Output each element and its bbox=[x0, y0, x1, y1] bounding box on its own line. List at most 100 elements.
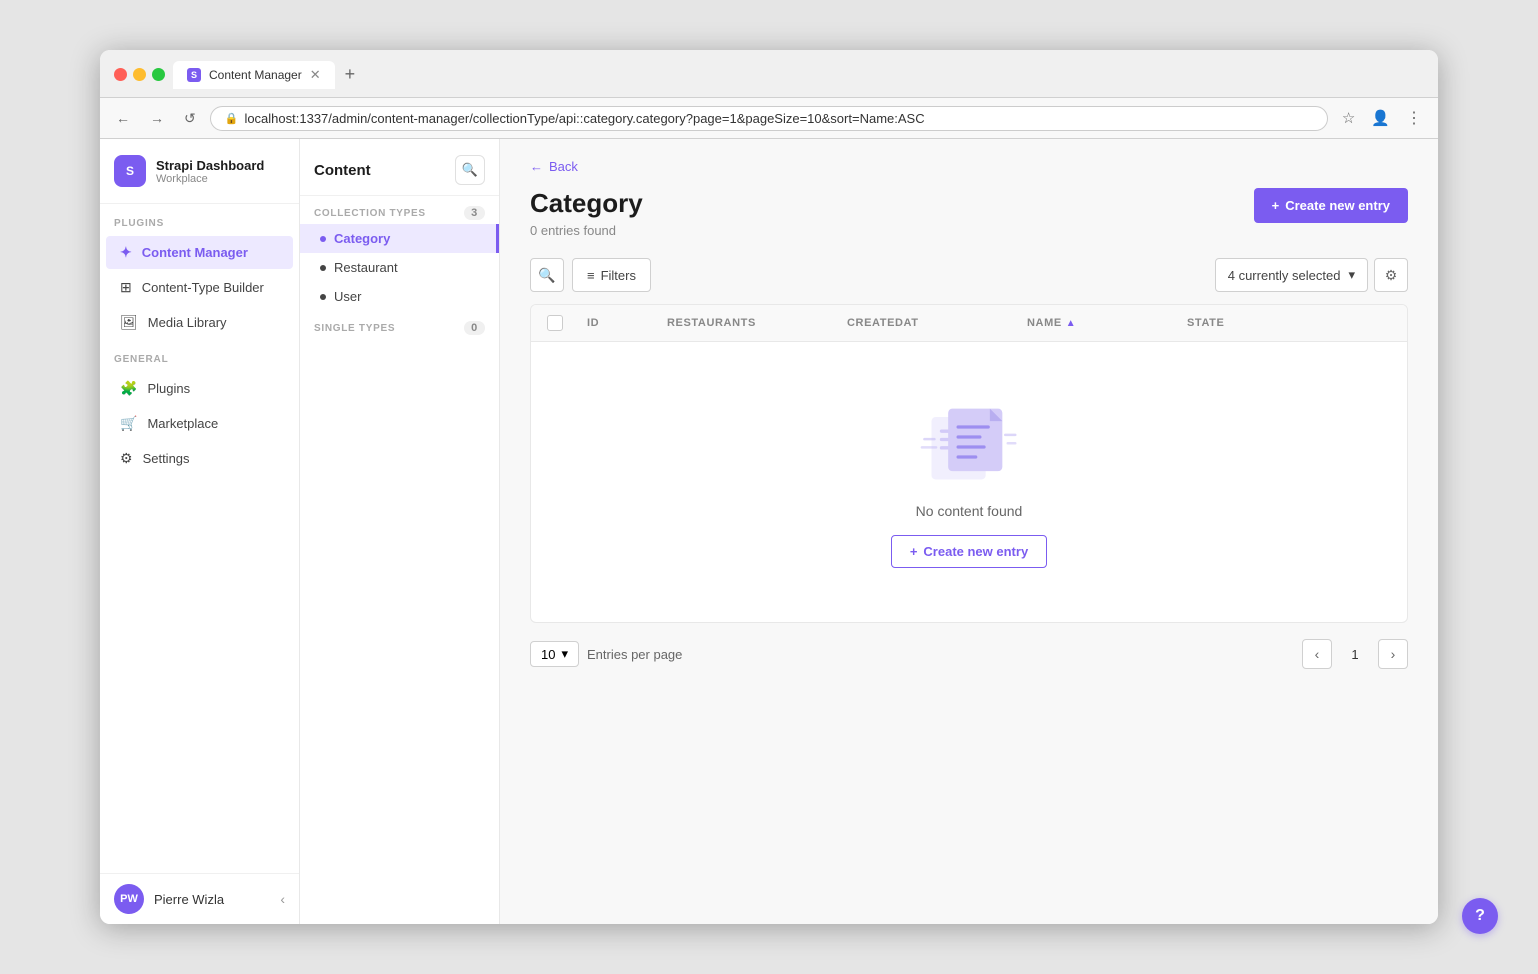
collection-item-label: Category bbox=[334, 231, 390, 246]
next-page-button[interactable]: › bbox=[1378, 639, 1408, 669]
minimize-window-button[interactable] bbox=[133, 68, 146, 81]
th-name-label: Name bbox=[1027, 317, 1062, 329]
reload-button[interactable]: ↺ bbox=[178, 106, 202, 131]
collection-item-label: Restaurant bbox=[334, 260, 398, 275]
content-search-button[interactable]: 🔍 bbox=[455, 155, 485, 185]
bookmark-button[interactable]: ☆ bbox=[1336, 104, 1361, 132]
empty-create-label: Create new entry bbox=[923, 544, 1028, 559]
media-library-icon: 🖼 bbox=[120, 314, 138, 331]
collection-count: 3 bbox=[464, 206, 485, 220]
empty-illustration bbox=[919, 397, 1019, 487]
back-nav-button[interactable]: ← bbox=[110, 106, 136, 130]
sidebar-collapse-button[interactable]: ‹ bbox=[280, 891, 285, 907]
brand-initials: S bbox=[126, 164, 134, 178]
sidebar-item-content-manager[interactable]: ✦ Content Manager bbox=[106, 236, 293, 269]
toolbar-actions: ☆ 👤 ⋮ bbox=[1336, 104, 1428, 132]
new-tab-button[interactable]: + bbox=[337, 60, 364, 89]
th-checkbox bbox=[547, 315, 587, 331]
tab-title: Content Manager bbox=[209, 68, 302, 82]
th-name[interactable]: Name ▲ bbox=[1027, 315, 1187, 331]
prev-page-button[interactable]: ‹ bbox=[1302, 639, 1332, 669]
entries-count: 0 entries found bbox=[530, 223, 643, 238]
sidebar-item-label: Media Library bbox=[148, 315, 227, 330]
traffic-lights bbox=[114, 68, 165, 81]
forward-nav-button[interactable]: → bbox=[144, 106, 170, 130]
page-number: 1 bbox=[1340, 639, 1370, 669]
sidebar-item-label: Settings bbox=[143, 451, 190, 466]
per-page-dropdown[interactable]: 10 ▾ bbox=[530, 641, 579, 667]
single-count: 0 bbox=[464, 321, 485, 335]
plus-icon: + bbox=[1272, 198, 1280, 213]
table-header: ID Restaurants CreatedAt Name ▲ State bbox=[531, 305, 1407, 342]
main-content: ← Back Category 0 entries found + Create… bbox=[500, 139, 1438, 924]
per-page-label: Entries per page bbox=[587, 647, 682, 662]
plugins-icon: 🧩 bbox=[120, 380, 137, 397]
th-state: State bbox=[1187, 315, 1287, 331]
th-restaurants-label: Restaurants bbox=[667, 317, 756, 329]
brand-text: Strapi Dashboard Workplace bbox=[156, 158, 264, 185]
th-createdat-label: CreatedAt bbox=[847, 317, 919, 329]
sidebar-item-content-type-builder[interactable]: ⊞ Content-Type Builder bbox=[106, 271, 293, 304]
sort-asc-icon: ▲ bbox=[1066, 318, 1077, 329]
help-button[interactable]: ? bbox=[1462, 898, 1498, 934]
address-bar[interactable]: 🔒 localhost:1337/admin/content-manager/c… bbox=[210, 106, 1328, 131]
th-state-label: State bbox=[1187, 317, 1224, 329]
maximize-window-button[interactable] bbox=[152, 68, 165, 81]
table-container: ID Restaurants CreatedAt Name ▲ State bbox=[530, 304, 1408, 623]
content-type-builder-icon: ⊞ bbox=[120, 279, 132, 296]
page-title: Category bbox=[530, 188, 643, 219]
more-options-button[interactable]: ⋮ bbox=[1400, 104, 1428, 132]
sidebar-item-marketplace[interactable]: 🛒 Marketplace bbox=[106, 407, 293, 440]
filters-button[interactable]: ≡ Filters bbox=[572, 258, 651, 292]
filters-bar: 🔍 ≡ Filters 4 currently selected ▾ ⚙ bbox=[530, 258, 1408, 292]
collection-bullet bbox=[320, 265, 326, 271]
per-page-value: 10 bbox=[541, 647, 555, 662]
sidebar: S Strapi Dashboard Workplace Plugins ✦ C… bbox=[100, 139, 300, 924]
collection-bullet bbox=[320, 236, 326, 242]
select-all-checkbox[interactable] bbox=[547, 315, 563, 331]
tab-favicon: S bbox=[187, 68, 201, 82]
sidebar-item-settings[interactable]: ⚙ Settings bbox=[106, 442, 293, 475]
user-name: Pierre Wizla bbox=[154, 892, 270, 907]
content-panel: Content 🔍 Collection Types 3 Category Re… bbox=[300, 139, 500, 924]
tab-close-button[interactable]: ✕ bbox=[310, 67, 321, 83]
page-header: Category 0 entries found + Create new en… bbox=[530, 188, 1408, 238]
collection-bullet bbox=[320, 294, 326, 300]
collection-item-user[interactable]: User bbox=[300, 282, 499, 311]
browser-toolbar: ← → ↺ 🔒 localhost:1337/admin/content-man… bbox=[100, 98, 1438, 139]
back-label: Back bbox=[549, 159, 578, 174]
th-id-label: ID bbox=[587, 317, 599, 329]
empty-state-text: No content found bbox=[916, 503, 1023, 519]
browser-tab-content-manager[interactable]: S Content Manager ✕ bbox=[173, 61, 335, 89]
th-id: ID bbox=[587, 315, 667, 331]
collection-item-label: User bbox=[334, 289, 361, 304]
app-layout: S Strapi Dashboard Workplace Plugins ✦ C… bbox=[100, 139, 1438, 924]
columns-settings-button[interactable]: ⚙ bbox=[1374, 258, 1408, 292]
table-body: No content found + Create new entry bbox=[531, 342, 1407, 622]
page-title-wrap: Category 0 entries found bbox=[530, 188, 643, 238]
empty-plus-icon: + bbox=[910, 544, 918, 559]
sidebar-item-label: Marketplace bbox=[147, 416, 218, 431]
collection-item-category[interactable]: Category bbox=[300, 224, 499, 253]
sidebar-item-media-library[interactable]: 🖼 Media Library bbox=[106, 306, 293, 339]
filters-label: Filters bbox=[601, 268, 636, 283]
marketplace-icon: 🛒 bbox=[120, 415, 137, 432]
back-arrow-icon: ← bbox=[530, 159, 543, 174]
sidebar-bottom: PW Pierre Wizla ‹ bbox=[100, 873, 299, 924]
create-entry-button[interactable]: + Create new entry bbox=[1254, 188, 1408, 223]
columns-dropdown[interactable]: 4 currently selected ▾ bbox=[1215, 258, 1368, 292]
sidebar-item-label: Plugins bbox=[147, 381, 190, 396]
close-window-button[interactable] bbox=[114, 68, 127, 81]
back-link[interactable]: ← Back bbox=[530, 159, 578, 174]
columns-selected-text: 4 currently selected bbox=[1228, 268, 1341, 283]
profile-button[interactable]: 👤 bbox=[1365, 104, 1396, 132]
chevron-down-icon: ▾ bbox=[1348, 267, 1355, 283]
collection-item-restaurant[interactable]: Restaurant bbox=[300, 253, 499, 282]
empty-create-entry-button[interactable]: + Create new entry bbox=[891, 535, 1047, 568]
table-search-button[interactable]: 🔍 bbox=[530, 258, 564, 292]
filters-left: 🔍 ≡ Filters bbox=[530, 258, 651, 292]
sidebar-item-plugins[interactable]: 🧩 Plugins bbox=[106, 372, 293, 405]
url-text: localhost:1337/admin/content-manager/col… bbox=[244, 111, 924, 126]
brand-title: Strapi Dashboard bbox=[156, 158, 264, 173]
general-section-label: General bbox=[100, 340, 299, 371]
